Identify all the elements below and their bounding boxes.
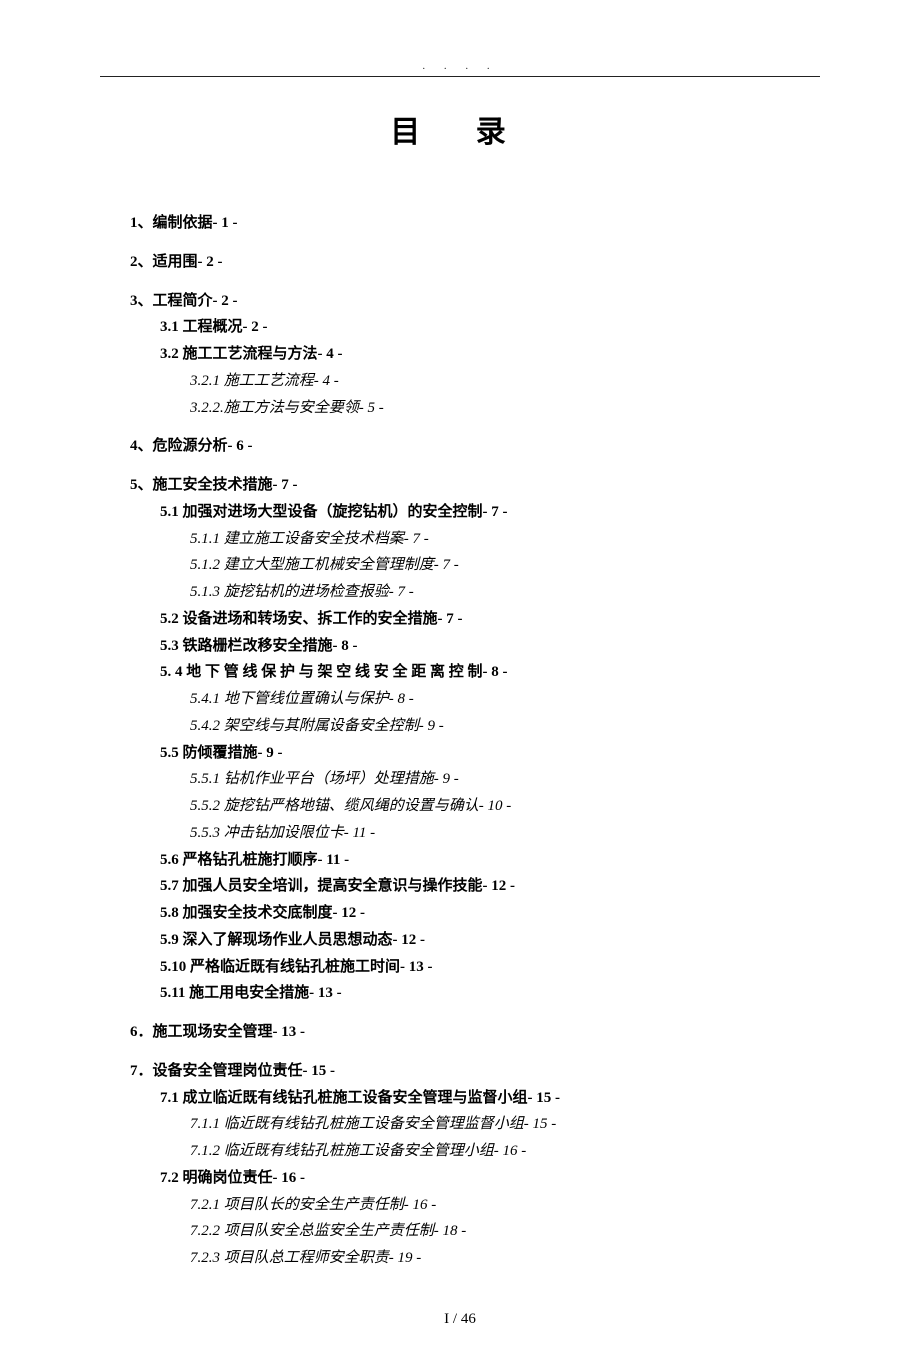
toc-entry: 7.1.2 临近既有线钻孔桩施工设备安全管理小组- 16 - <box>190 1139 820 1164</box>
toc-entry: 5.7 加强人员安全培训，提高安全意识与操作技能- 12 - <box>160 874 820 899</box>
toc-entry: 5.1.2 建立大型施工机械安全管理制度- 7 - <box>190 553 820 578</box>
header-dots: . . . . <box>100 60 820 72</box>
header-rule <box>100 76 820 77</box>
toc-entry: 5.8 加强安全技术交底制度- 12 - <box>160 901 820 926</box>
toc-entry: 5.2 设备进场和转场安、拆工作的安全措施- 7 - <box>160 607 820 632</box>
toc-entry: 3.2.2.施工方法与安全要领- 5 - <box>190 396 820 421</box>
toc-entry: 5.1.3 旋挖钻机的进场检查报验- 7 - <box>190 580 820 605</box>
toc-entry: 7.2 明确岗位责任- 16 - <box>160 1166 820 1191</box>
toc-entry: 5.9 深入了解现场作业人员思想动态- 12 - <box>160 928 820 953</box>
toc-entry: 5.10 严格临近既有线钻孔桩施工时间- 13 - <box>160 955 820 980</box>
toc-entry: 6．施工现场安全管理- 13 - <box>130 1020 820 1045</box>
toc-entry: 3.2.1 施工工艺流程- 4 - <box>190 369 820 394</box>
page-footer: I / 46 <box>100 1311 820 1328</box>
toc-entry: 7．设备安全管理岗位责任- 15 - <box>130 1059 820 1084</box>
toc-entry: 7.2.3 项目队总工程师安全职责- 19 - <box>190 1246 820 1271</box>
toc-entry: 5. 4 地 下 管 线 保 护 与 架 空 线 安 全 距 离 控 制- 8 … <box>160 660 820 685</box>
toc-entry: 5.5.3 冲击钻加设限位卡- 11 - <box>190 821 820 846</box>
toc-entry: 3、工程简介- 2 - <box>130 289 820 314</box>
page-title: 目 录 <box>100 107 820 151</box>
toc-entry: 3.2 施工工艺流程与方法- 4 - <box>160 342 820 367</box>
toc-entry: 1、编制依据- 1 - <box>130 211 820 236</box>
toc-entry: 3.1 工程概况- 2 - <box>160 315 820 340</box>
toc-entry: 5.4.1 地下管线位置确认与保护- 8 - <box>190 687 820 712</box>
toc-entry: 7.1 成立临近既有线钻孔桩施工设备安全管理与监督小组- 15 - <box>160 1086 820 1111</box>
toc-entry: 7.1.1 临近既有线钻孔桩施工设备安全管理监督小组- 15 - <box>190 1112 820 1137</box>
toc-entry: 4、危险源分析- 6 - <box>130 434 820 459</box>
toc-entry: 5.5.2 旋挖钻严格地锚、缆风绳的设置与确认- 10 - <box>190 794 820 819</box>
toc-entry: 5.3 铁路栅栏改移安全措施- 8 - <box>160 634 820 659</box>
toc-entry: 5.5 防倾覆措施- 9 - <box>160 741 820 766</box>
toc-entry: 5.1.1 建立施工设备安全技术档案- 7 - <box>190 527 820 552</box>
toc-entry: 2、适用围- 2 - <box>130 250 820 275</box>
table-of-contents: 1、编制依据- 1 - 2、适用围- 2 - 3、工程简介- 2 -3.1 工程概况… <box>100 211 820 1271</box>
toc-entry: 5.6 严格钻孔桩施打顺序- 11 - <box>160 848 820 873</box>
toc-entry: 7.2.2 项目队安全总监安全生产责任制- 18 - <box>190 1219 820 1244</box>
toc-entry: 5.5.1 钻机作业平台（场坪）处理措施- 9 - <box>190 767 820 792</box>
toc-entry: 5.4.2 架空线与其附属设备安全控制- 9 - <box>190 714 820 739</box>
toc-entry: 5、施工安全技术措施- 7 - <box>130 473 820 498</box>
document-page: . . . . 目 录 1、编制依据- 1 - 2、适用围- 2 - 3、工程简介-… <box>0 0 920 1368</box>
toc-entry: 5.1 加强对进场大型设备（旋挖钻机）的安全控制- 7 - <box>160 500 820 525</box>
toc-entry: 5.11 施工用电安全措施- 13 - <box>160 981 820 1006</box>
toc-entry: 7.2.1 项目队长的安全生产责任制- 16 - <box>190 1193 820 1218</box>
